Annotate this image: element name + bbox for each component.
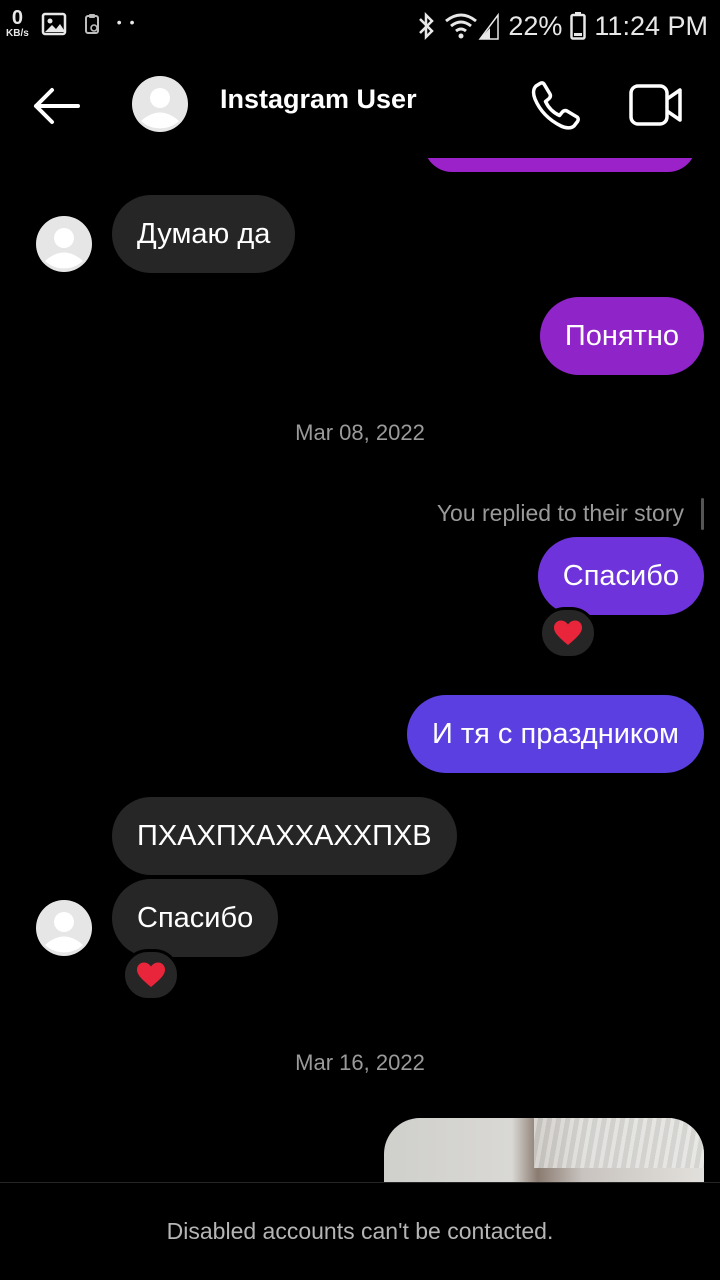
- network-speed-value: 0: [11, 7, 23, 29]
- status-bar: 0 KB/s • • 22% 11:24 PM: [0, 0, 720, 52]
- message-thread[interactable]: Думаю да Понятно Mar 08, 2022 You replie…: [0, 52, 720, 1182]
- avatar[interactable]: [36, 900, 92, 956]
- wifi-signal-icon: [445, 12, 500, 40]
- phone-icon[interactable]: [530, 80, 582, 130]
- story-reply-bar: [701, 498, 704, 530]
- battery-icon: [570, 12, 587, 40]
- date-separator: Mar 16, 2022: [295, 1050, 425, 1075]
- avatar[interactable]: [132, 76, 188, 132]
- battery-percent: 22%: [508, 10, 563, 41]
- avatar[interactable]: [36, 216, 92, 272]
- date-separator: Mar 08, 2022: [295, 420, 425, 445]
- message-bubble-outgoing[interactable]: И тя с праздником: [406, 695, 704, 773]
- photo-content: [534, 1118, 704, 1168]
- heart-reaction-icon: [137, 962, 165, 987]
- clock: 11:24 PM: [594, 10, 708, 41]
- chat-header: Instagram User: [0, 52, 720, 158]
- story-reply-note: You replied to their story: [436, 500, 684, 526]
- message-reaction[interactable]: [539, 607, 597, 659]
- heart-reaction-icon: [554, 620, 582, 645]
- message-bubble-incoming[interactable]: Спасибо: [112, 879, 279, 957]
- disabled-account-notice: Disabled accounts can't be contacted.: [166, 1218, 554, 1244]
- photo-message[interactable]: [384, 1118, 704, 1182]
- message-bubble-incoming[interactable]: Думаю да: [112, 195, 296, 273]
- network-speed: 0 KB/s: [6, 8, 29, 39]
- gallery-notification-icon: [41, 12, 67, 36]
- conversation-title[interactable]: Instagram User: [220, 84, 417, 115]
- video-camera-icon[interactable]: [628, 82, 684, 128]
- bluetooth-icon: [419, 11, 435, 41]
- message-reaction[interactable]: [122, 949, 180, 1001]
- message-bubble-incoming[interactable]: ПХАХПХАХХАХХПХВ: [112, 797, 457, 875]
- message-bubble-outgoing[interactable]: Понятно: [539, 297, 704, 375]
- back-arrow-icon[interactable]: [30, 82, 82, 130]
- message-bubble-outgoing[interactable]: Спасибо: [537, 537, 704, 615]
- disabled-account-banner: Disabled accounts can't be contacted.: [0, 1182, 720, 1280]
- more-notifications-icon: • •: [116, 14, 137, 30]
- network-speed-unit: KB/s: [6, 28, 29, 39]
- clipboard-notification-icon: [84, 14, 99, 34]
